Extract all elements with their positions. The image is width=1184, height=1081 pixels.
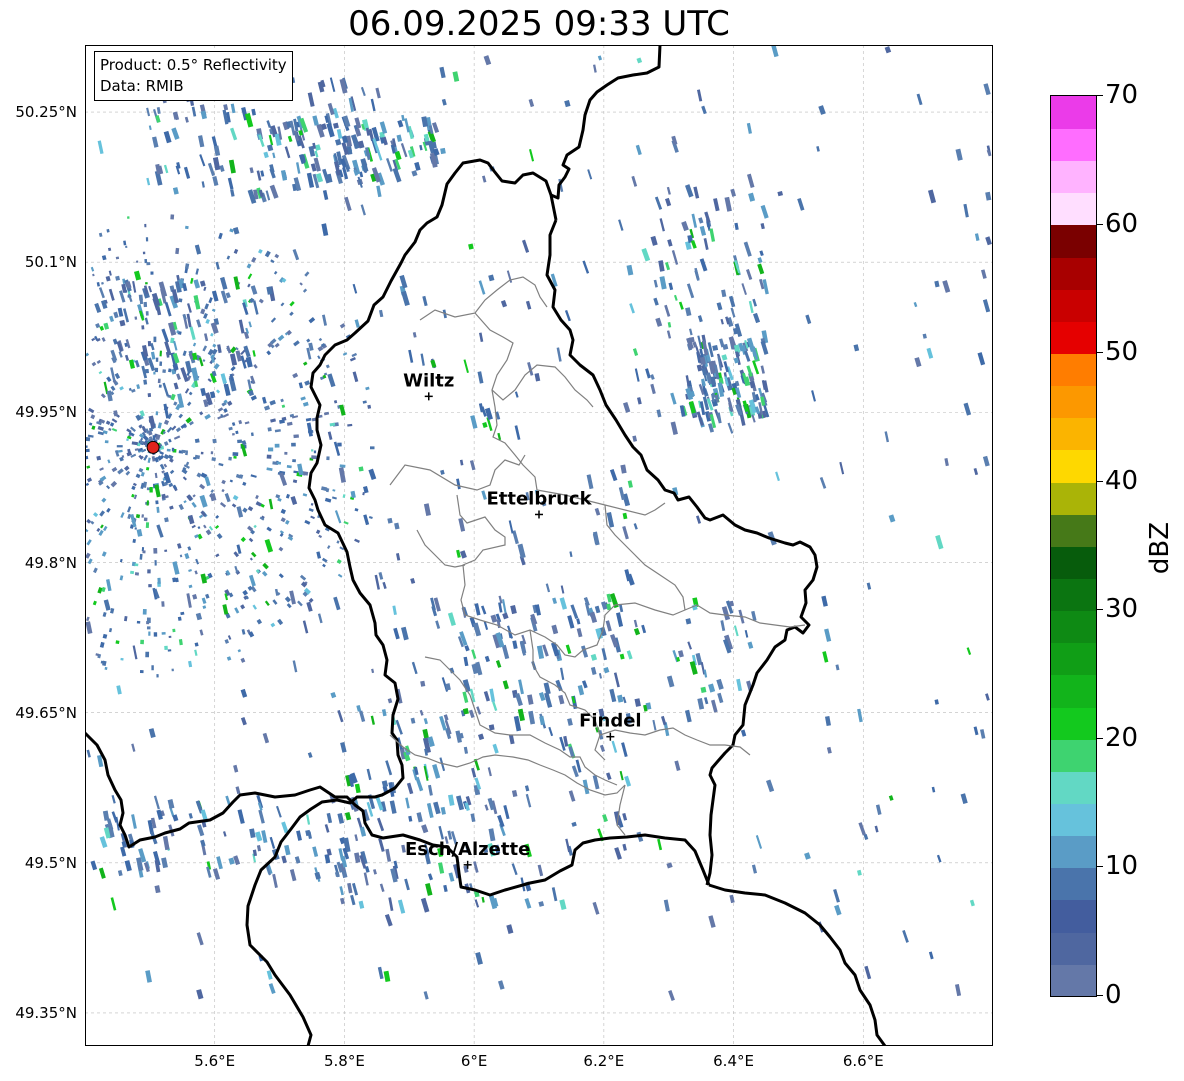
colorbar-segment (1051, 449, 1096, 483)
city-markers: Wiltz Ettelbruck Findel Esch/Alzette (403, 370, 642, 869)
colorbar-segment (1051, 899, 1096, 933)
colorbar-tick (1096, 480, 1103, 482)
colorbar-segment (1051, 803, 1096, 837)
colorbar-segment (1051, 835, 1096, 869)
colorbar-tick-label: 0 (1105, 980, 1122, 1010)
canton-borders (389, 276, 806, 836)
colorbar-tick-label: 30 (1105, 594, 1139, 625)
colorbar-tick-label: 60 (1105, 208, 1139, 239)
colorbar-segment (1051, 288, 1096, 322)
longitude-label: 6.2°E (583, 1052, 625, 1070)
colorbar-segment (1051, 160, 1096, 194)
colorbar-segment (1051, 546, 1096, 579)
longitude-label: 5.8°E (324, 1052, 365, 1070)
colorbar-segment (1051, 353, 1096, 387)
latitude-label: 49.95°N (15, 403, 77, 422)
city-marker: Ettelbruck (486, 488, 593, 519)
colorbar-segment (1051, 738, 1096, 772)
colorbar-segment (1051, 96, 1096, 129)
radar-map[interactable]: Wiltz Ettelbruck Findel Esch/Alzette (85, 45, 993, 1046)
longitude-label: 6.6°E (842, 1052, 884, 1070)
city-label: Findel (579, 711, 642, 732)
colorbar-tick (1096, 737, 1103, 739)
city-label: Wiltz (403, 370, 454, 391)
colorbar-tick (1096, 866, 1103, 868)
data-source-label: Data: RMIB (100, 77, 184, 95)
latitude-label: 50.25°N (15, 103, 77, 122)
colorbar-tick (1096, 223, 1103, 225)
map-title: 06.09.2025 09:33 UTC (348, 4, 730, 44)
colorbar-segment (1051, 867, 1096, 901)
colorbar-tick (1096, 95, 1103, 96)
city-label: Esch/Alzette (405, 839, 530, 860)
city-marker: Findel (579, 711, 642, 741)
colorbar-segment (1051, 931, 1096, 965)
colorbar-tick-label: 20 (1105, 722, 1139, 753)
colorbar-tick (1096, 995, 1103, 996)
colorbar-segment (1051, 256, 1096, 290)
germany-luxembourg-border (550, 45, 662, 200)
latitude-label: 49.35°N (15, 1003, 77, 1022)
colorbar-segment (1051, 642, 1096, 676)
colorbar-segment (1051, 963, 1096, 996)
colorbar-segment (1051, 610, 1096, 644)
france-germany-border (708, 883, 887, 1046)
longitude-label: 6°E (460, 1052, 488, 1070)
city-marker: Wiltz (403, 370, 454, 401)
colorbar-segment (1051, 674, 1096, 708)
colorbar-tick-label: 40 (1105, 465, 1139, 496)
radar-site-marker (146, 440, 160, 454)
city-label: Ettelbruck (486, 488, 592, 509)
longitude-label: 5.6°E (194, 1052, 236, 1070)
colorbar-segment (1051, 385, 1096, 419)
city-marker: Esch/Alzette (405, 839, 530, 869)
latitude-label: 49.8°N (24, 553, 77, 572)
map-canvas: Wiltz Ettelbruck Findel Esch/Alzette (85, 45, 993, 1046)
product-info-box: Product: 0.5° Reflectivity Data: RMIB (94, 51, 293, 101)
latitude-label: 50.1°N (24, 253, 77, 272)
colorbar-segment (1051, 771, 1096, 804)
colorbar-segment (1051, 706, 1096, 740)
product-label: Product: 0.5° Reflectivity (100, 56, 287, 74)
colorbar-segment (1051, 417, 1096, 451)
colorbar-tick (1096, 352, 1103, 354)
colorbar-segment (1051, 224, 1096, 258)
colorbar-tick-label: 50 (1105, 337, 1139, 368)
colorbar-segment (1051, 481, 1096, 515)
colorbar-segment (1051, 321, 1096, 354)
graticule-grid (85, 45, 993, 1046)
latitude-label: 49.65°N (15, 703, 77, 722)
colorbar-unit-label: dBZ (1145, 521, 1175, 575)
colorbar-segment (1051, 128, 1096, 162)
colorbar-tick (1096, 609, 1103, 611)
reflectivity-echoes (85, 45, 993, 1001)
colorbar-tick-label: 10 (1105, 851, 1139, 882)
latitude-label: 49.5°N (24, 853, 77, 872)
colorbar-segment (1051, 192, 1096, 226)
longitude-label: 6.4°E (713, 1052, 754, 1070)
colorbar-segment (1051, 513, 1096, 547)
colorbar-tick-label: 70 (1105, 80, 1139, 110)
colorbar-segment (1051, 578, 1096, 612)
reflectivity-colorbar (1050, 95, 1097, 997)
